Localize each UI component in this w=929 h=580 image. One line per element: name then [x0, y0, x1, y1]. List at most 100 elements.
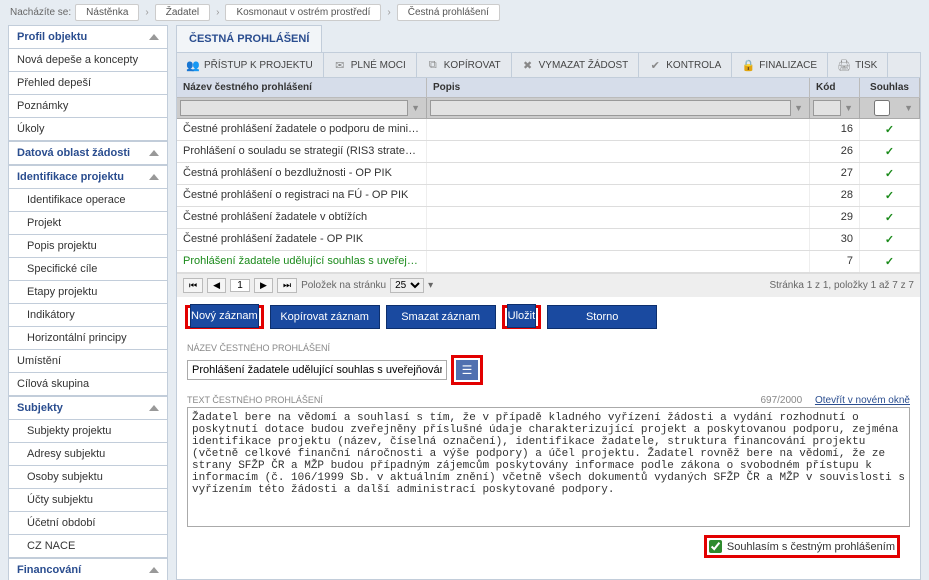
- table-row[interactable]: Čestná prohlášení o bezdlužnosti - OP PI…: [177, 163, 920, 185]
- sidebar-item-adresy[interactable]: Adresy subjektu: [8, 443, 168, 466]
- cancel-button[interactable]: Storno: [547, 305, 657, 329]
- chevron-up-icon: [149, 405, 159, 411]
- picker-button[interactable]: ☰: [456, 360, 478, 380]
- table-row[interactable]: Čestné prohlášení žadatele v obtížích29✓: [177, 207, 920, 229]
- filter-kod-input[interactable]: [813, 100, 841, 116]
- sidebar-item-ucetni-obdobi[interactable]: Účetní období: [8, 512, 168, 535]
- chevron-down-icon: ▾: [428, 280, 433, 291]
- sidebar-item-projekt[interactable]: Projekt: [8, 212, 168, 235]
- grid-header: Název čestného prohlášení Popis Kód Souh…: [177, 78, 920, 98]
- toolbar-kopirovat[interactable]: ⧉KOPÍROVAT: [417, 53, 512, 77]
- toolbar-plne-moci[interactable]: ✉PLNÉ MOCI: [324, 53, 417, 77]
- copy-record-button[interactable]: Kopírovat záznam: [270, 305, 380, 329]
- sidebar-item-umisteni[interactable]: Umístění: [8, 350, 168, 373]
- sidebar-item-etapy[interactable]: Etapy projektu: [8, 281, 168, 304]
- pager-prev[interactable]: ◀: [207, 278, 226, 293]
- sidebar-item-horizontalni[interactable]: Horizontální principy: [8, 327, 168, 350]
- envelope-icon: ✉: [334, 59, 346, 71]
- chevron-up-icon: [149, 567, 159, 573]
- breadcrumb-item[interactable]: Čestná prohlášení: [397, 4, 500, 21]
- chevron-up-icon: [149, 174, 159, 180]
- breadcrumb-item[interactable]: Nástěnka: [75, 4, 139, 21]
- filter-popis-input[interactable]: [430, 100, 791, 116]
- column-souhlas[interactable]: Souhlas: [860, 78, 920, 97]
- sidebar-item-cilova-skupina[interactable]: Cílová skupina: [8, 373, 168, 396]
- pager-next[interactable]: ▶: [254, 278, 273, 293]
- toolbar-kontrola[interactable]: ✔KONTROLA: [639, 53, 732, 77]
- pager-first[interactable]: ⏮: [183, 278, 203, 293]
- table-row[interactable]: Čestné prohlášení žadatele o podporu de …: [177, 119, 920, 141]
- pager-info: Stránka 1 z 1, položky 1 až 7 z 7: [769, 280, 914, 291]
- agree-checkbox[interactable]: [709, 540, 722, 553]
- cell-popis: [427, 163, 810, 184]
- sidebar-item-identifikace-operace[interactable]: Identifikace operace: [8, 189, 168, 212]
- table-row[interactable]: Prohlášení žadatele udělující souhlas s …: [177, 251, 920, 273]
- breadcrumb-item[interactable]: Žadatel: [155, 4, 210, 21]
- sidebar-section-identifikace[interactable]: Identifikace projektu: [8, 165, 168, 189]
- cell-nazev: Čestné prohlášení žadatele o podporu de …: [177, 119, 427, 140]
- users-icon: 👥: [187, 59, 199, 71]
- print-icon: 🖨: [838, 59, 850, 71]
- pager-last[interactable]: ⏭: [277, 278, 297, 293]
- pager-per-page-select[interactable]: 25: [390, 278, 424, 293]
- check-icon: ✔: [649, 59, 661, 71]
- breadcrumb-item[interactable]: Kosmonaut v ostrém prostředí: [225, 4, 381, 21]
- copy-icon: ⧉: [427, 59, 439, 71]
- pager-page-input[interactable]: [230, 279, 250, 292]
- table-row[interactable]: Čestné prohlášení o registraci na FÚ - O…: [177, 185, 920, 207]
- sidebar-item-popis-projektu[interactable]: Popis projektu: [8, 235, 168, 258]
- sidebar-item-osoby[interactable]: Osoby subjektu: [8, 466, 168, 489]
- tab-cestna-prohlaseni[interactable]: ČESTNÁ PROHLÁŠENÍ: [176, 25, 322, 52]
- sidebar-item-poznamky[interactable]: Poznámky: [8, 95, 168, 118]
- table-row[interactable]: Čestné prohlášení žadatele - OP PIK30✓: [177, 229, 920, 251]
- name-field[interactable]: [187, 360, 447, 380]
- toolbar-finalizace[interactable]: 🔒FINALIZACE: [732, 53, 828, 77]
- cell-kod: 30: [810, 229, 860, 250]
- declaration-text-area[interactable]: [187, 407, 910, 527]
- funnel-icon[interactable]: ▼: [841, 103, 856, 113]
- cell-souhlas: ✓: [860, 229, 920, 250]
- filter-souhlas-checkbox[interactable]: [863, 100, 901, 116]
- sidebar-item-nova-depese[interactable]: Nová depeše a koncepty: [8, 49, 168, 72]
- sidebar-section-datova[interactable]: Datová oblast žádosti: [8, 141, 168, 165]
- funnel-icon[interactable]: ▼: [408, 103, 423, 113]
- funnel-icon[interactable]: ▼: [791, 103, 806, 113]
- column-nazev[interactable]: Název čestného prohlášení: [177, 78, 427, 97]
- breadcrumb: Nacházíte se: Nástěnka Žadatel Kosmonaut…: [0, 0, 929, 25]
- table-row[interactable]: Prohlášení o souladu se strategií (RIS3 …: [177, 141, 920, 163]
- sidebar-section-subjekty[interactable]: Subjekty: [8, 396, 168, 420]
- cell-souhlas: ✓: [860, 207, 920, 228]
- save-button[interactable]: Uložit: [507, 304, 537, 328]
- sidebar-item-ucty[interactable]: Účty subjektu: [8, 489, 168, 512]
- column-popis[interactable]: Popis: [427, 78, 810, 97]
- sidebar-item-specificke-cile[interactable]: Specifické cíle: [8, 258, 168, 281]
- cell-popis: [427, 229, 810, 250]
- sidebar-section-profil[interactable]: Profil objektu: [8, 25, 168, 49]
- sidebar-item-cz-nace[interactable]: CZ NACE: [8, 535, 168, 558]
- lock-icon: 🔒: [742, 59, 754, 71]
- toolbar-vymazat[interactable]: ✖VYMAZAT ŽÁDOST: [512, 53, 640, 77]
- cell-souhlas: ✓: [860, 163, 920, 184]
- cell-souhlas: ✓: [860, 251, 920, 272]
- delete-record-button[interactable]: Smazat záznam: [386, 305, 496, 329]
- sidebar-item-prehled-depesi[interactable]: Přehled depeší: [8, 72, 168, 95]
- sidebar-item-ukoly[interactable]: Úkoly: [8, 118, 168, 141]
- filter-nazev-input[interactable]: [180, 100, 408, 116]
- new-record-button[interactable]: Nový záznam: [190, 304, 259, 328]
- toolbar-tisk[interactable]: 🖨TISK: [828, 53, 888, 77]
- cell-popis: [427, 141, 810, 162]
- open-new-window-link[interactable]: Otevřít v novém okně: [815, 395, 910, 406]
- cell-popis: [427, 185, 810, 206]
- sidebar-section-financovani[interactable]: Financování: [8, 558, 168, 580]
- cell-nazev: Čestné prohlášení žadatele v obtížích: [177, 207, 427, 228]
- cell-kod: 26: [810, 141, 860, 162]
- column-kod[interactable]: Kód: [810, 78, 860, 97]
- cell-souhlas: ✓: [860, 141, 920, 162]
- sidebar-item-indikatory[interactable]: Indikátory: [8, 304, 168, 327]
- sidebar: Profil objektu Nová depeše a koncepty Př…: [8, 25, 168, 580]
- toolbar-pristup[interactable]: 👥PŘÍSTUP K PROJEKTU: [177, 53, 324, 77]
- cell-kod: 7: [810, 251, 860, 272]
- sidebar-item-subjekty-projektu[interactable]: Subjekty projektu: [8, 420, 168, 443]
- funnel-icon[interactable]: ▼: [901, 103, 916, 113]
- filter-row: ▼ ▼ ▼ ▼: [177, 98, 920, 119]
